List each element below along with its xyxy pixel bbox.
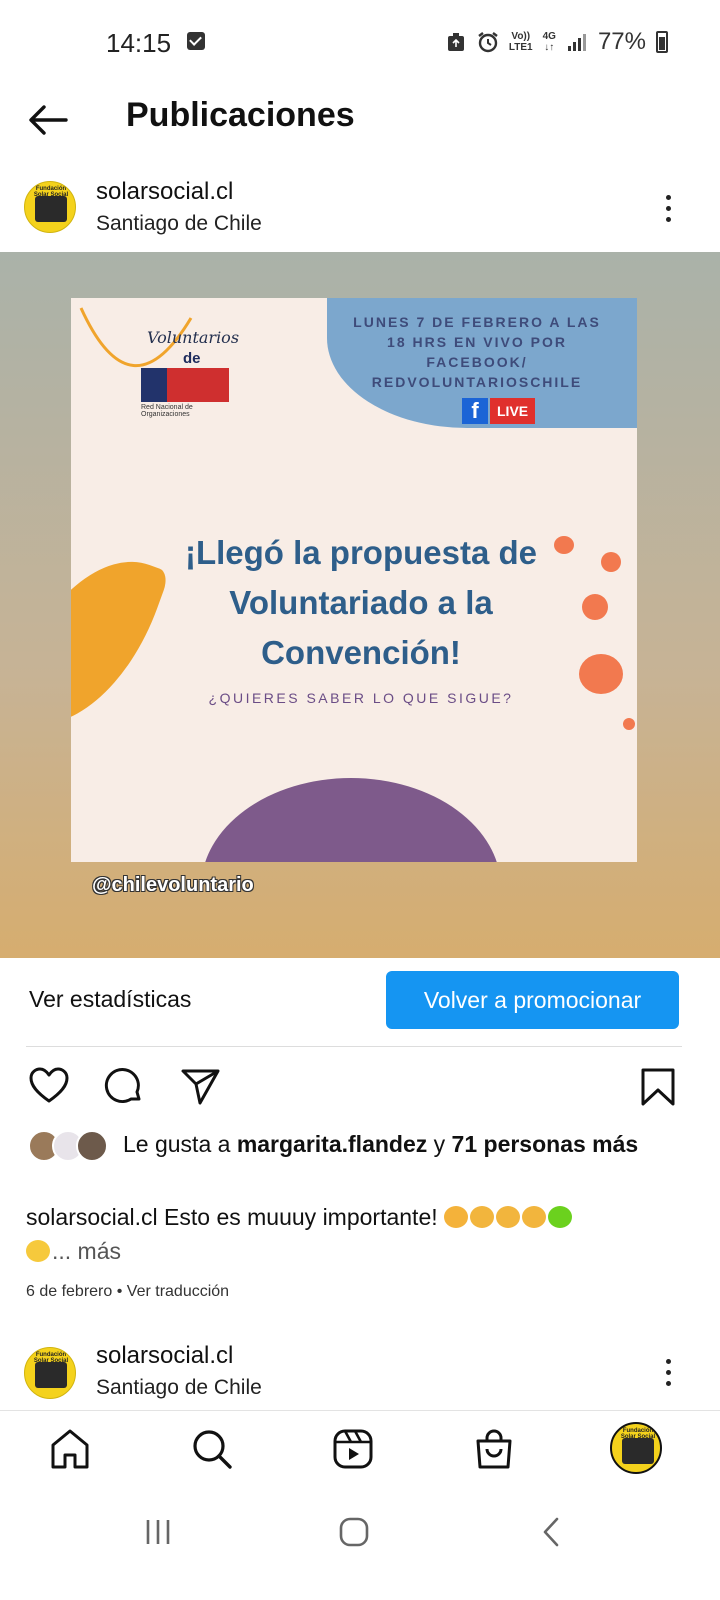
alarm-icon: [478, 32, 498, 53]
post-header: Fundación Solar Social solarsocial.cl Sa…: [0, 172, 720, 252]
recycle-notification-icon: [447, 33, 464, 51]
post-date: 6 de febrero: [26, 1283, 113, 1300]
voluntarios-logo: Voluntarios de CHILE Red Nacional de Org…: [141, 328, 240, 418]
status-icons: Vo)) LTE1 4G ↓↑ 77%: [445, 28, 668, 56]
home-icon[interactable]: [48, 1427, 92, 1471]
clapping-hands-emoji-icon: [522, 1206, 547, 1228]
heart-icon[interactable]: [28, 1066, 70, 1108]
share-icon[interactable]: [180, 1066, 222, 1108]
liker-avatar: [76, 1130, 108, 1162]
recent-apps-icon[interactable]: [138, 1512, 178, 1552]
smiling-face-emoji-icon: [26, 1240, 50, 1262]
next-post-username[interactable]: solarsocial.cl: [96, 1342, 233, 1370]
green-heart-emoji-icon: [548, 1206, 573, 1228]
poster-headline: ¡Llegó la propuesta de Voluntariado a la…: [184, 534, 538, 671]
post-caption: solarsocial.cl Esto es muuuy importante!…: [26, 1200, 686, 1268]
event-text: LUNES 7 DE FEBRERO A LAS 18 HRS EN VIVO …: [353, 314, 601, 390]
post-meta: 6 de febrero • Ver traducción: [26, 1283, 230, 1300]
page-title: Publicaciones: [126, 96, 355, 134]
battery-percent: 77%: [597, 28, 646, 55]
more-icon[interactable]: [656, 186, 680, 230]
view-stats-link[interactable]: Ver estadísticas: [29, 986, 191, 1013]
more-icon[interactable]: [656, 1350, 680, 1394]
signal-icon: [567, 34, 586, 51]
reels-icon[interactable]: [331, 1427, 375, 1471]
next-post-location[interactable]: Santiago de Chile: [96, 1376, 262, 1400]
post-avatar[interactable]: Fundación Solar Social: [24, 181, 76, 233]
divider: [26, 1046, 682, 1047]
system-back-icon[interactable]: [532, 1512, 572, 1552]
poster: LUNES 7 DE FEBRERO A LAS 18 HRS EN VIVO …: [71, 298, 637, 862]
likes-count[interactable]: 71 personas más: [452, 1131, 639, 1157]
back-arrow-icon[interactable]: [26, 98, 70, 142]
notification-check-icon: [187, 32, 205, 50]
clapping-hands-emoji-icon: [496, 1206, 521, 1228]
flexed-biceps-emoji-icon: [444, 1206, 469, 1228]
top-header: Publicaciones: [0, 88, 720, 158]
system-navigation: [0, 1490, 720, 1600]
live-label: LIVE: [490, 398, 536, 424]
volte-indicator: Vo)) LTE1: [508, 31, 533, 53]
promo-row: Ver estadísticas Volver a promocionar: [0, 960, 720, 1046]
comment-icon[interactable]: [103, 1066, 145, 1108]
decorative-leaf: [71, 534, 171, 752]
status-bar: 14:15 Vo)) LTE1 4G ↓↑ 77%: [0, 0, 720, 88]
shop-icon[interactable]: [472, 1427, 516, 1471]
promote-again-button[interactable]: Volver a promocionar: [386, 971, 679, 1029]
liker-avatars[interactable]: [28, 1130, 110, 1164]
search-icon[interactable]: [190, 1427, 234, 1471]
liker-username[interactable]: margarita.flandez: [237, 1131, 427, 1157]
post-image[interactable]: LUNES 7 DE FEBRERO A LAS 18 HRS EN VIVO …: [0, 252, 720, 958]
watermark: @chilevoluntario: [92, 874, 254, 896]
caption-username[interactable]: solarsocial.cl: [26, 1204, 158, 1230]
likes-text[interactable]: Le gusta a margarita.flandez y 71 person…: [123, 1128, 683, 1161]
likes-row: Le gusta a margarita.flandez y 71 person…: [0, 1128, 720, 1198]
post-location[interactable]: Santiago de Chile: [96, 212, 262, 236]
poster-subheadline: ¿QUIERES SABER LO QUE SIGUE?: [208, 690, 514, 706]
post-username[interactable]: solarsocial.cl: [96, 178, 233, 206]
clapping-hands-emoji-icon: [470, 1206, 495, 1228]
status-time: 14:15: [106, 28, 172, 58]
post-actions: [0, 1066, 720, 1110]
caption-more-link[interactable]: ... más: [52, 1238, 121, 1264]
home-button-icon[interactable]: [334, 1512, 374, 1552]
chile-flag-icon: [141, 368, 229, 402]
decorative-circle: [201, 778, 501, 862]
bottom-navigation: Fundación Solar Social: [0, 1410, 720, 1486]
next-post-avatar[interactable]: Fundación Solar Social: [24, 1347, 76, 1399]
network-type: 4G ↓↑: [542, 31, 556, 53]
next-post-header: Fundación Solar Social solarsocial.cl Sa…: [0, 1340, 720, 1420]
translate-link[interactable]: Ver traducción: [127, 1283, 229, 1300]
facebook-icon: f: [462, 398, 488, 424]
battery-icon: [656, 31, 668, 53]
caption-text: Esto es muuuy importante!: [157, 1204, 445, 1230]
bookmark-icon[interactable]: [637, 1066, 679, 1108]
profile-icon[interactable]: Fundación Solar Social: [610, 1422, 662, 1474]
facebook-live-badge: f LIVE: [462, 398, 536, 424]
